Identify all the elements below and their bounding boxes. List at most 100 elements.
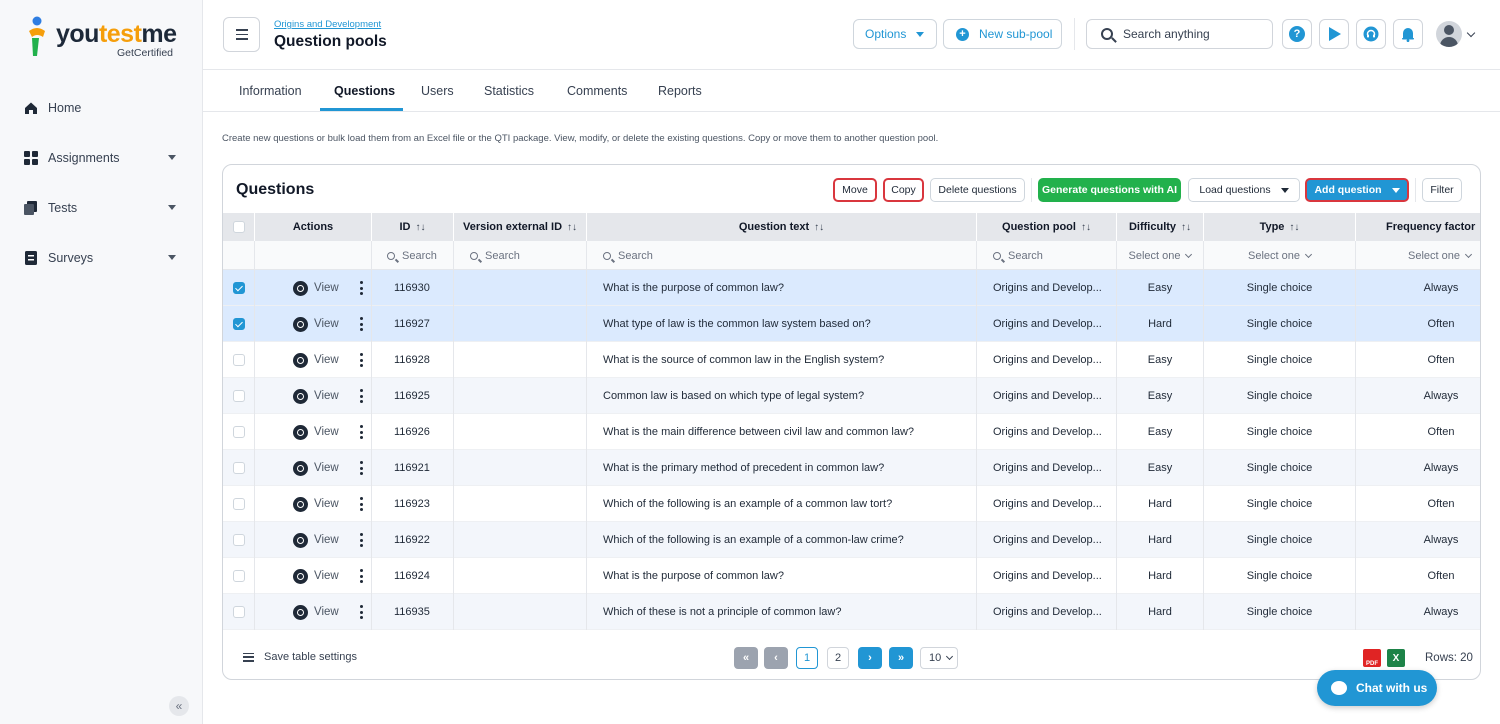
view-link[interactable]: View	[314, 570, 339, 582]
view-link[interactable]: View	[314, 426, 339, 438]
first-page-button[interactable]: «	[734, 647, 758, 669]
version-id-search-input[interactable]: Search	[454, 241, 587, 270]
row-checkbox-cell[interactable]	[223, 594, 255, 630]
page-1-button[interactable]: 1	[796, 647, 818, 669]
row-checkbox[interactable]	[232, 606, 245, 618]
table-row[interactable]: View 116921 What is the primary method of …	[223, 450, 1480, 486]
more-options-icon[interactable]	[360, 497, 363, 511]
tab-reports[interactable]: Reports	[658, 84, 702, 98]
sort-icon[interactable]: ↑↓	[567, 222, 577, 233]
frequency-select[interactable]: Select one	[1356, 241, 1480, 270]
row-checkbox-cell[interactable]	[223, 306, 255, 342]
page-2-button[interactable]: 2	[827, 647, 849, 669]
sidebar-item-tests[interactable]: Tests	[24, 196, 184, 220]
row-checkbox[interactable]	[232, 318, 245, 330]
more-options-icon[interactable]	[360, 317, 363, 331]
last-page-button[interactable]: »	[889, 647, 913, 669]
tab-questions[interactable]: Questions	[334, 84, 395, 98]
sort-icon[interactable]: ↑↓	[416, 222, 426, 233]
load-questions-button[interactable]: Load questions	[1188, 178, 1300, 202]
view-link[interactable]: View	[314, 534, 339, 546]
column-header-question-pool[interactable]: Question pool ↑↓	[977, 213, 1117, 241]
row-checkbox-cell[interactable]	[223, 486, 255, 522]
global-search-input[interactable]: Search anything	[1086, 19, 1273, 49]
next-page-button[interactable]: ›	[858, 647, 882, 669]
table-row[interactable]: View 116928 What is the source of common l…	[223, 342, 1480, 378]
eye-icon[interactable]	[293, 316, 308, 332]
table-row[interactable]: View 116924 What is the purpose of common …	[223, 558, 1480, 594]
more-options-icon[interactable]	[360, 389, 363, 403]
more-options-icon[interactable]	[360, 281, 363, 295]
sidebar-item-assignments[interactable]: Assignments	[24, 146, 184, 170]
row-checkbox-cell[interactable]	[223, 342, 255, 378]
chevron-down-icon[interactable]	[1466, 28, 1476, 38]
table-row[interactable]: View 116923 Which of the following is an e…	[223, 486, 1480, 522]
play-button[interactable]	[1319, 19, 1349, 49]
row-checkbox-cell[interactable]	[223, 270, 255, 306]
view-link[interactable]: View	[314, 354, 339, 366]
question-pool-search-input[interactable]: Search	[977, 241, 1117, 270]
filter-button[interactable]: Filter	[1422, 178, 1462, 202]
more-options-icon[interactable]	[360, 425, 363, 439]
export-excel-icon[interactable]: X	[1387, 649, 1405, 667]
save-table-settings-button[interactable]: Save table settings	[243, 651, 357, 663]
sort-icon[interactable]: ↑↓	[1181, 222, 1191, 233]
copy-button[interactable]: Copy	[883, 178, 924, 202]
more-options-icon[interactable]	[360, 461, 363, 475]
more-options-icon[interactable]	[360, 569, 363, 583]
help-button[interactable]: ?	[1282, 19, 1312, 49]
table-row[interactable]: View 116935 Which of these is not a princi…	[223, 594, 1480, 630]
tab-statistics[interactable]: Statistics	[484, 84, 534, 98]
sidebar-item-home[interactable]: Home	[24, 96, 184, 120]
row-checkbox-cell[interactable]	[223, 450, 255, 486]
export-pdf-icon[interactable]: PDF	[1363, 649, 1381, 667]
row-checkbox[interactable]	[232, 534, 245, 546]
eye-icon[interactable]	[293, 388, 308, 404]
add-question-button[interactable]: Add question	[1305, 178, 1409, 202]
row-checkbox[interactable]	[232, 498, 245, 510]
tab-comments[interactable]: Comments	[567, 84, 627, 98]
sort-icon[interactable]: ↑↓	[1081, 222, 1091, 233]
difficulty-select[interactable]: Select one	[1117, 241, 1204, 270]
delete-questions-button[interactable]: Delete questions	[930, 178, 1025, 202]
breadcrumb[interactable]: Origins and Development	[274, 19, 381, 30]
scrollbar-thumb[interactable]	[223, 679, 1180, 680]
sort-icon[interactable]: ↑↓	[814, 222, 824, 233]
select-all-checkbox[interactable]	[232, 221, 245, 233]
column-header-question-text[interactable]: Question text ↑↓	[587, 213, 977, 241]
column-header-version-external-id[interactable]: Version external ID ↑↓	[454, 213, 587, 241]
more-options-icon[interactable]	[360, 605, 363, 619]
view-link[interactable]: View	[314, 498, 339, 510]
chat-with-us-button[interactable]: Chat with us	[1317, 670, 1437, 706]
view-link[interactable]: View	[314, 606, 339, 618]
notifications-button[interactable]	[1393, 19, 1423, 49]
generate-with-ai-button[interactable]: Generate questions with AI	[1038, 178, 1181, 202]
question-text-search-input[interactable]: Search	[587, 241, 977, 270]
row-checkbox-cell[interactable]	[223, 522, 255, 558]
logo[interactable]: youtestme GetCertified	[26, 16, 186, 60]
options-button[interactable]: Options	[853, 19, 937, 49]
eye-icon[interactable]	[293, 532, 308, 548]
tab-information[interactable]: Information	[239, 84, 302, 98]
row-checkbox[interactable]	[232, 426, 245, 438]
sidebar-item-surveys[interactable]: Surveys	[24, 246, 184, 270]
avatar[interactable]	[1436, 21, 1462, 47]
column-header-id[interactable]: ID ↑↓	[372, 213, 454, 241]
table-row[interactable]: View 116930 What is the purpose of common …	[223, 270, 1480, 306]
tab-users[interactable]: Users	[421, 84, 454, 98]
menu-toggle-button[interactable]	[223, 17, 260, 52]
sort-icon[interactable]: ↑↓	[1480, 222, 1481, 233]
support-button[interactable]	[1356, 19, 1386, 49]
view-link[interactable]: View	[314, 282, 339, 294]
collapse-sidebar-button[interactable]: «	[169, 696, 189, 716]
page-size-select[interactable]: 10	[920, 647, 958, 669]
eye-icon[interactable]	[293, 460, 308, 476]
row-checkbox[interactable]	[232, 570, 245, 582]
select-all-header[interactable]	[223, 213, 255, 241]
type-select[interactable]: Select one	[1204, 241, 1356, 270]
column-header-type[interactable]: Type ↑↓	[1204, 213, 1356, 241]
row-checkbox-cell[interactable]	[223, 558, 255, 594]
column-header-frequency-factor[interactable]: Frequency factor↑↓	[1356, 213, 1481, 241]
row-checkbox[interactable]	[232, 282, 245, 294]
more-options-icon[interactable]	[360, 533, 363, 547]
